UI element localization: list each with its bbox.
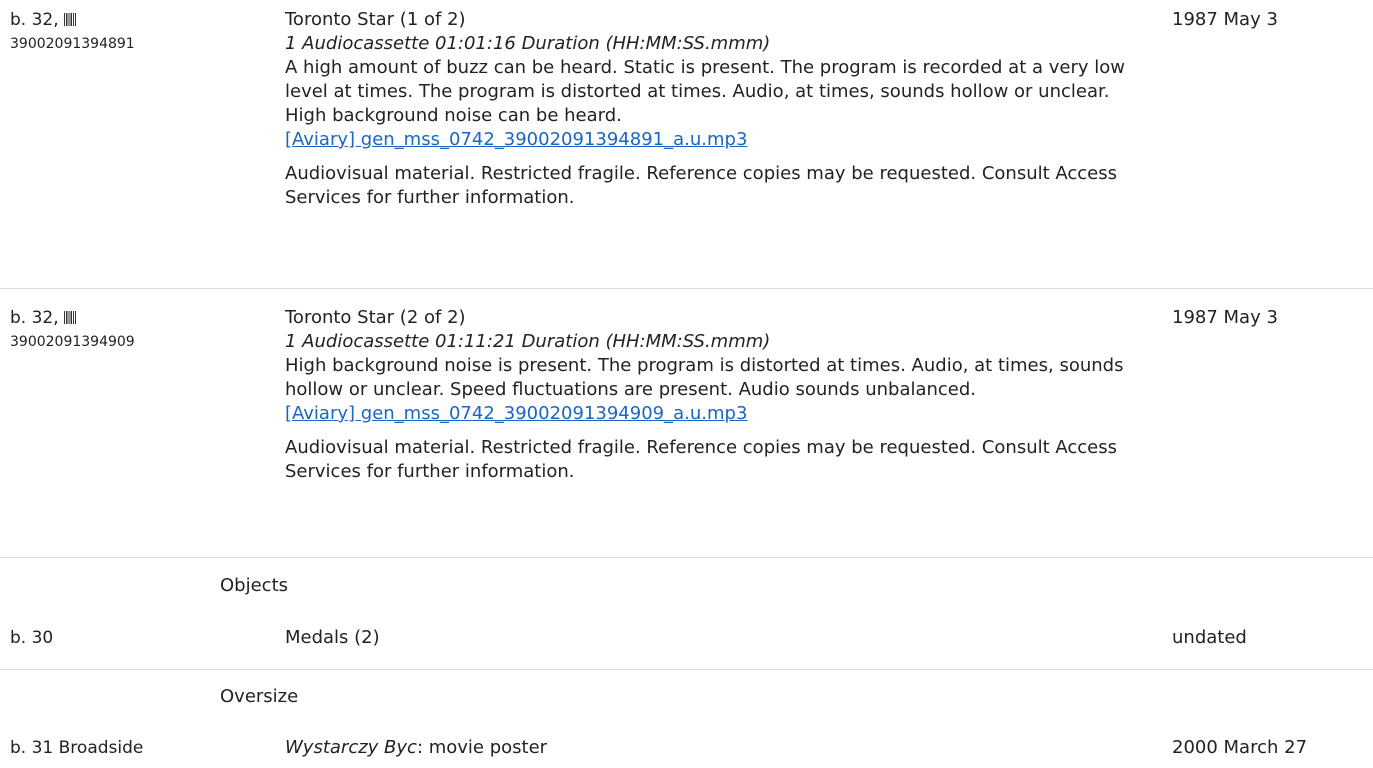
table-row: b. 31 Broadside Wystarczy Byc: movie pos… — [0, 722, 1373, 768]
item-title: Toronto Star (2 of 2) — [285, 307, 466, 328]
table-row: b. 30 Medals (2) undated — [0, 612, 1373, 670]
finding-aid-container-list: b. 32, 39002091394891 Toronto Star (1 of… — [0, 0, 1373, 768]
container-location: b. 32, 39002091394909 — [10, 306, 270, 352]
aviary-audio-link[interactable]: [Aviary] gen_mss_0742_39002091394891_a.u… — [285, 128, 1145, 152]
item-date: 1987 May 3 — [1172, 307, 1278, 328]
table-row: b. 32, 39002091394891 Toronto Star (1 of… — [0, 0, 1373, 289]
item-extent: 1 Audiocassette 01:11:21 Duration (HH:MM… — [285, 331, 771, 352]
aviary-audio-link[interactable]: [Aviary] gen_mss_0742_39002091394909_a.u… — [285, 402, 1145, 426]
item-title: Wystarczy Byc: movie poster — [285, 736, 1145, 760]
item-title-italic: Wystarczy Byc — [285, 737, 417, 758]
item-date: 1987 May 3 — [1172, 9, 1278, 30]
item-title: Medals (2) — [285, 627, 380, 648]
box-number: b. 32, — [10, 10, 59, 30]
item-description: Toronto Star (1 of 2) 1 Audiocassette 01… — [285, 8, 1145, 210]
box-number: b. 30 — [10, 628, 54, 648]
container-location: b. 30 — [10, 626, 270, 650]
item-condition: A high amount of buzz can be heard. Stat… — [285, 57, 1125, 126]
item-date: undated — [1172, 627, 1247, 648]
item-date: 2000 March 27 — [1172, 737, 1308, 758]
access-note: Audiovisual material. Restricted fragile… — [285, 163, 1117, 208]
access-note: Audiovisual material. Restricted fragile… — [285, 437, 1117, 482]
item-title: Toronto Star (1 of 2) — [285, 9, 466, 30]
box-number: b. 31 Broadside — [10, 738, 144, 758]
item-title-rest: : movie poster — [416, 737, 548, 758]
table-row: b. 32, 39002091394909 Toronto Star (2 of… — [0, 288, 1373, 558]
barcode-icon — [64, 13, 78, 26]
barcode-icon — [64, 311, 78, 324]
barcode-number: 39002091394891 — [10, 36, 135, 52]
barcode-number: 39002091394909 — [10, 334, 135, 350]
box-number: b. 32, — [10, 308, 59, 328]
series-heading-oversize: Oversize — [220, 686, 299, 707]
container-location: b. 31 Broadside — [10, 736, 270, 760]
container-location: b. 32, 39002091394891 — [10, 8, 270, 54]
series-heading-objects: Objects — [220, 575, 289, 596]
item-description: Toronto Star (2 of 2) 1 Audiocassette 01… — [285, 306, 1145, 484]
item-extent: 1 Audiocassette 01:01:16 Duration (HH:MM… — [285, 33, 771, 54]
item-condition: High background noise is present. The pr… — [285, 355, 1124, 400]
